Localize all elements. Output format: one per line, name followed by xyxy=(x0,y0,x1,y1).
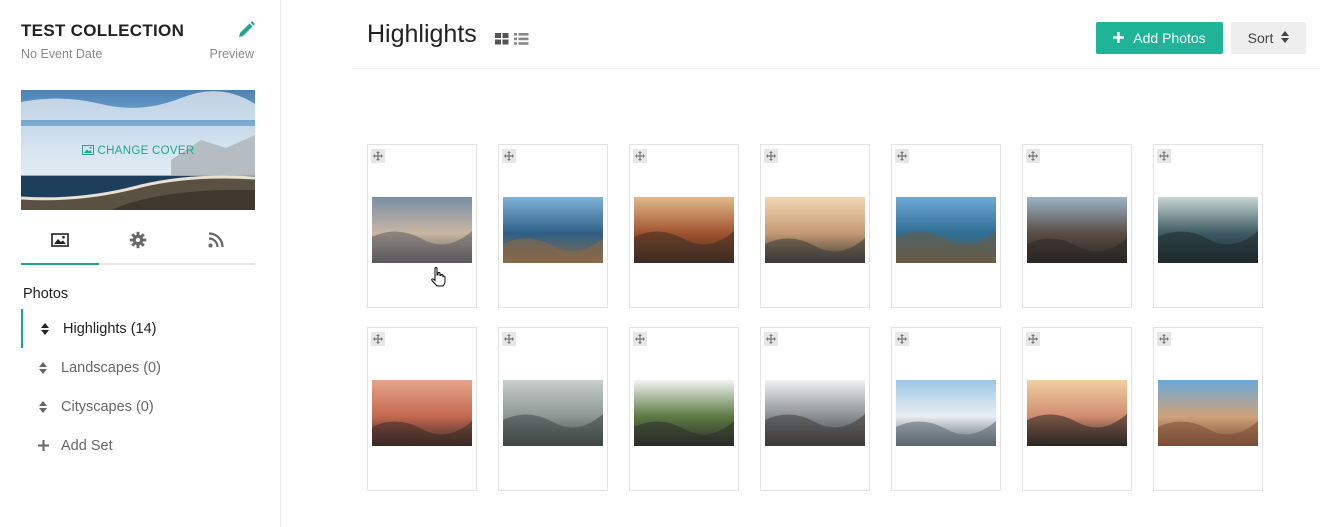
photo-thumbnail[interactable] xyxy=(1027,197,1127,263)
rss-icon xyxy=(208,232,224,253)
photo-thumbnail[interactable] xyxy=(896,380,996,446)
set-label: Cityscapes (0) xyxy=(61,398,154,415)
drag-handle-icon[interactable] xyxy=(371,149,385,163)
sort-button[interactable]: Sort xyxy=(1231,22,1306,54)
sidebar: TEST COLLECTION No Event Date Preview CH… xyxy=(0,0,281,527)
tab-settings[interactable] xyxy=(99,222,177,263)
gear-icon xyxy=(129,231,147,254)
photo-card[interactable] xyxy=(629,327,739,491)
photo-card[interactable] xyxy=(629,144,739,308)
sort-handle-icon[interactable] xyxy=(33,400,53,413)
photo-card[interactable] xyxy=(891,327,1001,491)
photo-card[interactable] xyxy=(1022,144,1132,308)
photo-thumbnail[interactable] xyxy=(372,380,472,446)
drag-handle-icon[interactable] xyxy=(895,332,909,346)
add-photos-button[interactable]: Add Photos xyxy=(1096,22,1223,54)
image-icon xyxy=(81,142,94,160)
grid-view-icon[interactable] xyxy=(495,32,509,50)
plus-icon xyxy=(33,440,53,451)
plus-icon xyxy=(1113,30,1125,46)
page-title: Highlights xyxy=(367,20,477,48)
photo-thumbnail[interactable] xyxy=(1158,197,1258,263)
header-divider xyxy=(352,68,1320,69)
set-item-highlights[interactable]: Highlights (14) xyxy=(21,309,255,348)
photo-card[interactable] xyxy=(498,327,608,491)
sort-handle-icon[interactable] xyxy=(33,361,53,374)
preview-link[interactable]: Preview xyxy=(210,47,254,61)
photo-thumbnail[interactable] xyxy=(503,197,603,263)
event-date: No Event Date xyxy=(21,47,103,61)
set-label: Highlights (14) xyxy=(63,320,157,337)
drag-handle-icon[interactable] xyxy=(633,149,647,163)
photo-card[interactable] xyxy=(498,144,608,308)
sort-handle-icon[interactable] xyxy=(35,322,55,335)
photo-card[interactable] xyxy=(367,144,477,308)
sort-arrows-icon xyxy=(1281,30,1290,46)
change-cover-overlay[interactable]: CHANGE COVER xyxy=(21,126,255,176)
photo-card[interactable] xyxy=(891,144,1001,308)
photo-thumbnail[interactable] xyxy=(1027,380,1127,446)
drag-handle-icon[interactable] xyxy=(502,149,516,163)
cover-image[interactable]: CHANGE COVER xyxy=(21,90,255,210)
change-cover-label: CHANGE COVER xyxy=(97,145,195,157)
photo-thumbnail[interactable] xyxy=(765,380,865,446)
photos-heading: Photos xyxy=(23,286,69,302)
photo-thumbnail[interactable] xyxy=(503,380,603,446)
drag-handle-icon[interactable] xyxy=(633,332,647,346)
collection-title: TEST COLLECTION xyxy=(21,21,185,40)
add-photos-label: Add Photos xyxy=(1133,30,1206,46)
pencil-icon[interactable] xyxy=(236,20,256,40)
set-item-landscapes[interactable]: Landscapes (0) xyxy=(21,348,255,387)
set-item-cityscapes[interactable]: Cityscapes (0) xyxy=(21,387,255,426)
photo-card[interactable] xyxy=(1153,144,1263,308)
photo-card[interactable] xyxy=(760,327,870,491)
photo-thumbnail[interactable] xyxy=(634,380,734,446)
photo-card[interactable] xyxy=(1153,327,1263,491)
add-set-label: Add Set xyxy=(61,437,113,454)
add-set-button[interactable]: Add Set xyxy=(21,426,255,465)
drag-handle-icon[interactable] xyxy=(1157,149,1171,163)
tab-photos[interactable] xyxy=(21,222,99,265)
sidebar-tabs xyxy=(21,222,255,265)
photo-card[interactable] xyxy=(1022,327,1132,491)
drag-handle-icon[interactable] xyxy=(1026,332,1040,346)
drag-handle-icon[interactable] xyxy=(1026,149,1040,163)
drag-handle-icon[interactable] xyxy=(764,149,778,163)
drag-handle-icon[interactable] xyxy=(371,332,385,346)
drag-handle-icon[interactable] xyxy=(895,149,909,163)
sort-label: Sort xyxy=(1247,30,1274,46)
image-icon xyxy=(51,233,69,252)
photo-thumbnail[interactable] xyxy=(634,197,734,263)
drag-handle-icon[interactable] xyxy=(502,332,516,346)
photo-card[interactable] xyxy=(367,327,477,491)
photo-thumbnail[interactable] xyxy=(765,197,865,263)
photo-thumbnail[interactable] xyxy=(372,197,472,263)
drag-handle-icon[interactable] xyxy=(764,332,778,346)
photo-thumbnail[interactable] xyxy=(896,197,996,263)
set-label: Landscapes (0) xyxy=(61,359,161,376)
list-view-icon[interactable] xyxy=(514,32,529,50)
drag-handle-icon[interactable] xyxy=(1157,332,1171,346)
photo-card[interactable] xyxy=(760,144,870,308)
tab-feed[interactable] xyxy=(177,222,255,263)
photo-thumbnail[interactable] xyxy=(1158,380,1258,446)
